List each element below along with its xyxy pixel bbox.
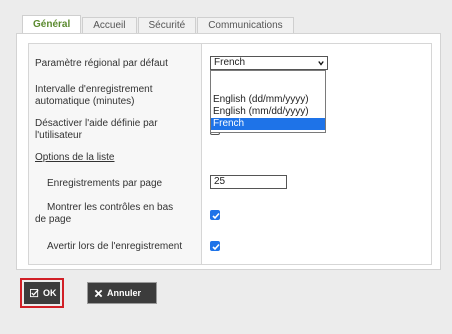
records-per-page-input[interactable]: 25	[210, 175, 287, 189]
locale-option-english-mdy[interactable]: English (mm/dd/yyyy)	[211, 106, 325, 118]
locale-option-english-dmy[interactable]: English (dd/mm/yyyy)	[211, 94, 325, 106]
close-icon	[94, 289, 103, 297]
checkmark-icon	[212, 212, 220, 220]
settings-form: Paramètre régional par défaut French Int…	[28, 43, 432, 265]
show-controls-label-line2: de page	[35, 214, 72, 225]
ok-button-label: OK	[43, 288, 57, 298]
list-options-heading: Options de la liste	[35, 152, 115, 163]
locale-dropdown-list: English (dd/mm/yyyy) English (mm/dd/yyyy…	[210, 70, 326, 133]
tab-communications[interactable]: Communications	[197, 17, 294, 33]
ok-button[interactable]: OK	[20, 278, 64, 308]
show-controls-checkbox[interactable]	[210, 210, 220, 220]
cancel-button[interactable]: Annuler	[87, 282, 157, 304]
autosave-label-line1: Intervalle d'enregistrement	[35, 84, 153, 95]
warn-on-save-label: Avertir lors de l'enregistrement	[47, 241, 183, 252]
locale-option-french[interactable]: French	[211, 118, 325, 130]
locale-label: Paramètre régional par défaut	[35, 58, 168, 69]
autosave-label-line2: automatique (minutes)	[35, 96, 135, 107]
show-controls-label-line1: Montrer les contrôles en bas	[47, 202, 174, 213]
tab-bar: Général Accueil Sécurité Communications	[22, 15, 295, 33]
tab-security[interactable]: Sécurité	[137, 17, 197, 33]
locale-select-value: French	[214, 57, 246, 68]
tab-home[interactable]: Accueil	[82, 17, 137, 33]
warn-on-save-checkbox[interactable]	[210, 241, 220, 251]
tab-content-general: Paramètre régional par défaut French Int…	[16, 33, 441, 270]
disable-help-label-line2: l'utilisateur	[35, 130, 82, 141]
cancel-button-label: Annuler	[107, 288, 142, 298]
checkbox-check-icon	[30, 288, 39, 297]
preferences-dialog: Général Accueil Sécurité Communications …	[0, 0, 452, 334]
tab-general[interactable]: Général	[22, 15, 82, 33]
checkmark-icon	[212, 243, 220, 251]
locale-select[interactable]: French	[210, 56, 328, 70]
disable-help-label-line1: Désactiver l'aide définie par	[35, 118, 158, 129]
chevron-down-icon	[318, 61, 324, 66]
column-divider	[201, 44, 202, 264]
records-per-page-label: Enregistrements par page	[47, 178, 163, 189]
